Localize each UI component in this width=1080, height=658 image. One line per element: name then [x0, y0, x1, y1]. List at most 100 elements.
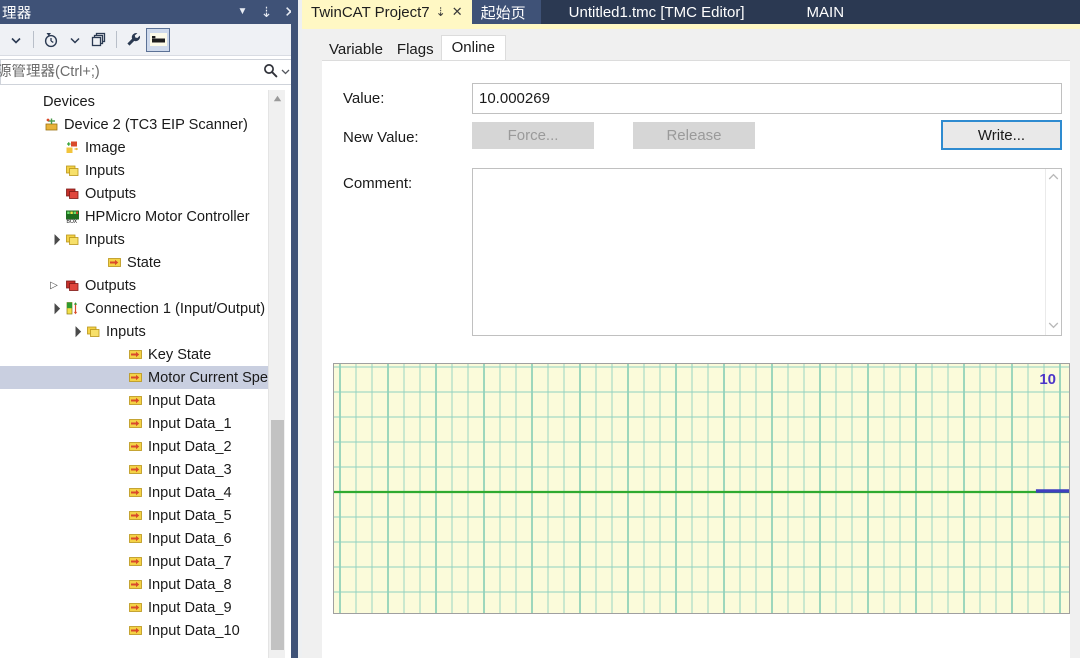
- tree-item[interactable]: Input Data_5: [0, 504, 285, 527]
- tree-item[interactable]: Inputs: [0, 228, 285, 251]
- document-tab[interactable]: 起始页: [471, 0, 541, 24]
- document-tab-label: TwinCAT Project7: [311, 3, 430, 21]
- tree-item[interactable]: State: [0, 251, 285, 274]
- toolbar-show-all-files-button[interactable]: [87, 28, 111, 52]
- tree-item-label: Input Data_7: [148, 553, 232, 570]
- comment-scroll-up-icon[interactable]: [1048, 172, 1059, 184]
- chart-scale-label: 10: [1039, 371, 1056, 388]
- tree-item[interactable]: Outputs: [0, 274, 285, 297]
- tree-item-label: Input Data_3: [148, 461, 232, 478]
- tree-var-icon: [125, 347, 146, 362]
- tree-expander-open-icon[interactable]: [46, 234, 62, 245]
- scroll-up-arrow-icon[interactable]: [269, 90, 286, 107]
- dropdown-caret-icon[interactable]: ▼: [235, 3, 250, 21]
- tree-item[interactable]: Input Data_6: [0, 527, 285, 550]
- tree-item-label: Input Data_2: [148, 438, 232, 455]
- tab-pin-icon[interactable]: ⇣: [436, 5, 452, 19]
- tree-item-label: Device 2 (TC3 EIP Scanner): [64, 116, 248, 133]
- search-box[interactable]: [0, 59, 296, 85]
- tree-item[interactable]: Key State: [0, 343, 285, 366]
- tree-item[interactable]: Connection 1 (Input/Output): [0, 297, 285, 320]
- tree-outputs-icon: [62, 278, 83, 293]
- release-button[interactable]: Release: [633, 122, 755, 149]
- tree-var-icon: [125, 577, 146, 592]
- tree-item[interactable]: Input Data_2: [0, 435, 285, 458]
- tree-item[interactable]: BOX HPMicro Motor Controller: [0, 205, 285, 228]
- toolbar-pending-changes-caret-icon[interactable]: [63, 28, 87, 52]
- pin-icon[interactable]: ⇣: [259, 3, 274, 21]
- value-label-row: Value:: [343, 90, 384, 107]
- tree-nodes: Devices Device 2 (TC3 EIP Scanner) Image In…: [0, 90, 285, 642]
- tab-flags[interactable]: Flags: [389, 38, 441, 61]
- document-tab[interactable]: MAIN: [778, 0, 879, 24]
- tree-conn-icon: [62, 301, 83, 316]
- toolbar-dropdown-button[interactable]: [4, 28, 28, 52]
- tree-item[interactable]: Input Data_1: [0, 412, 285, 435]
- tree-item-label: HPMicro Motor Controller: [85, 208, 250, 225]
- tree-item-label: Devices: [43, 93, 95, 110]
- tree-expander-closed-icon[interactable]: [46, 280, 62, 291]
- tree-item[interactable]: Inputs: [0, 159, 285, 182]
- tree-item[interactable]: Input Data_9: [0, 596, 285, 619]
- comment-box[interactable]: [472, 168, 1062, 336]
- tree-item-label: State: [127, 254, 162, 271]
- tree-item-label: Inputs: [106, 323, 146, 340]
- tree-item[interactable]: Input Data_7: [0, 550, 285, 573]
- tree-item[interactable]: Input Data_10: [0, 619, 285, 642]
- tab-variable[interactable]: Variable: [322, 38, 390, 61]
- tree-item-label: Input Data_6: [148, 530, 232, 547]
- value-input[interactable]: [472, 83, 1062, 114]
- tree-item[interactable]: Input Data_3: [0, 458, 285, 481]
- scope-chart[interactable]: 10: [333, 363, 1070, 614]
- tree-inputs-icon: [62, 232, 83, 247]
- toolbar-properties-page-button[interactable]: [146, 27, 170, 52]
- tree-item-label: Outputs: [85, 277, 137, 294]
- tree-var-icon: [125, 508, 146, 523]
- tree-expander-open-icon[interactable]: [67, 326, 83, 337]
- tree-item[interactable]: Image: [0, 136, 285, 159]
- comment-scroll-down-icon[interactable]: [1048, 320, 1059, 332]
- document-tab[interactable]: TwinCAT Project7 ⇣ ✕: [302, 0, 472, 24]
- tree-scrollbar-thumb[interactable]: [271, 420, 284, 650]
- tree-item-label: Input Data_10: [148, 622, 240, 639]
- toolbar-properties-wrench-button[interactable]: [122, 28, 146, 52]
- tree-item[interactable]: Devices: [0, 90, 285, 113]
- toolbar-pending-changes-button[interactable]: [39, 28, 63, 52]
- tree-item[interactable]: Inputs: [0, 320, 285, 343]
- comment-scrollbar[interactable]: [1045, 169, 1061, 335]
- tree-var-icon: [125, 531, 146, 546]
- search-input[interactable]: [0, 64, 259, 80]
- editor-sub-tabs: Variable Flags Online: [322, 35, 506, 61]
- tree-item-label: Input Data_9: [148, 599, 232, 616]
- document-tab[interactable]: Untitled1.tmc [TMC Editor]: [540, 0, 779, 24]
- tab-strip-filler: [878, 0, 1080, 24]
- comment-textarea[interactable]: [473, 169, 1045, 335]
- tree-item-label: Input Data_4: [148, 484, 232, 501]
- tree-scrollbar[interactable]: [268, 90, 285, 658]
- document-tab-label: MAIN: [806, 3, 845, 21]
- comment-label: Comment:: [343, 175, 413, 192]
- tree-item[interactable]: Input Data: [0, 389, 285, 412]
- search-icon[interactable]: [259, 63, 281, 81]
- tree-outputs-icon: [62, 186, 83, 201]
- document-area: TwinCAT Project7 ⇣ ✕ 起始页 Untitled1.tmc [TMC …: [302, 0, 1080, 658]
- tab-online[interactable]: Online: [440, 35, 506, 61]
- tree-item[interactable]: Outputs: [0, 182, 285, 205]
- chart-canvas: [334, 364, 1069, 613]
- tree-item[interactable]: Device 2 (TC3 EIP Scanner): [0, 113, 285, 136]
- tree-item-label: Motor Current Speed: [148, 369, 285, 386]
- tree-item-label: Input Data_1: [148, 415, 232, 432]
- tree-item[interactable]: Motor Current Speed: [0, 366, 285, 389]
- tree-item[interactable]: Input Data_8: [0, 573, 285, 596]
- force-button[interactable]: Force...: [472, 122, 594, 149]
- value-label: Value:: [343, 90, 385, 107]
- online-tab-content: Value: New Value: Force... Release Write…: [322, 60, 1070, 658]
- tree-item-label: Inputs: [85, 231, 125, 248]
- twincat-window: 理器 ▼ ⇣ ✕: [0, 0, 1080, 658]
- tree-expander-open-icon[interactable]: [46, 303, 62, 314]
- tab-close-icon[interactable]: ✕: [452, 4, 463, 20]
- tree-item[interactable]: Input Data_4: [0, 481, 285, 504]
- write-button[interactable]: Write...: [941, 120, 1062, 150]
- tree-item-label: Input Data: [148, 392, 216, 409]
- solution-tree[interactable]: Devices Device 2 (TC3 EIP Scanner) Image In…: [0, 90, 302, 658]
